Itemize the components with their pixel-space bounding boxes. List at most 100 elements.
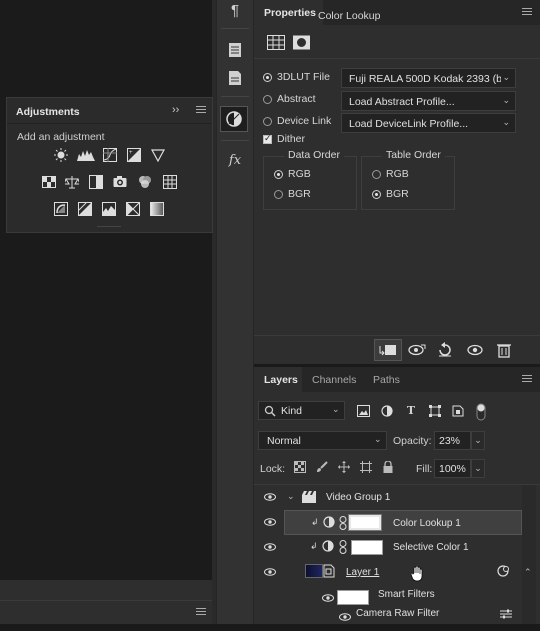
radio-table-order-bgr[interactable] (372, 190, 381, 199)
radio-data-order-bgr[interactable] (274, 190, 283, 199)
table-order-title: Table Order (382, 149, 445, 161)
table-order-group: Table Order RGB BGR (361, 149, 455, 210)
panel-menu-icon[interactable] (522, 375, 532, 384)
adjustments-title[interactable]: Adjustments (16, 106, 80, 118)
hue-saturation-icon[interactable] (42, 175, 56, 189)
levels-icon[interactable] (77, 148, 95, 162)
filter-kind-dropdown[interactable]: Kind ⌄ (258, 401, 345, 420)
layer-row-layer-1[interactable]: Layer 1 (254, 560, 522, 585)
filter-pixel-icon[interactable] (356, 405, 370, 417)
radio-table-order-rgb[interactable] (372, 170, 381, 179)
visibility-eye-icon[interactable] (322, 593, 334, 605)
tab-paths[interactable]: Paths (373, 374, 400, 386)
smart-object-badge-icon (323, 564, 335, 581)
layer-row-video-group[interactable]: ⌄ Video Group 1 (254, 485, 522, 510)
radio-3dlut-file[interactable] (263, 73, 272, 82)
adjustment-layer-icon (322, 540, 334, 555)
layer-row-selective-color[interactable]: ↲ Selective Color 1 (254, 535, 522, 560)
vibrance-icon[interactable] (150, 148, 166, 163)
photo-filter-icon[interactable] (113, 175, 127, 189)
chevron-down-icon[interactable]: ⌄ (287, 491, 295, 502)
lock-transparent-pixels-icon[interactable] (294, 461, 306, 473)
divider (221, 96, 249, 97)
fill-slider-toggle[interactable]: ⌄ (471, 459, 485, 478)
view-previous-state-icon[interactable] (408, 342, 426, 358)
filter-toggle-switch[interactable] (476, 403, 486, 421)
layer-row-camera-raw-filter[interactable]: Camera Raw Filter (254, 606, 522, 631)
mask-link-icon[interactable] (339, 540, 347, 557)
lock-all-icon[interactable] (382, 460, 394, 473)
visibility-eye-icon[interactable] (466, 342, 484, 358)
dither-checkbox[interactable] (263, 133, 272, 144)
left-bottom-menu-icon[interactable] (196, 608, 206, 617)
radio-abstract[interactable] (263, 95, 272, 104)
panel-menu-icon[interactable] (196, 106, 206, 115)
paragraph-icon[interactable]: ¶ (226, 2, 244, 20)
radio-data-order-rgb[interactable] (274, 170, 283, 179)
blend-mode-value: Normal (267, 435, 301, 447)
lock-image-pixels-icon[interactable] (316, 461, 328, 473)
paragraph-styles-icon[interactable] (226, 42, 244, 60)
trash-icon[interactable] (495, 342, 513, 358)
layer-mask-thumbnail[interactable] (349, 515, 381, 530)
selective-color-icon[interactable] (150, 202, 164, 216)
reset-icon[interactable] (436, 342, 454, 358)
layer-mask-thumbnail[interactable] (351, 540, 383, 555)
exposure-icon[interactable]: + (127, 148, 141, 162)
blend-mode-dropdown[interactable]: Normal ⌄ (258, 431, 387, 450)
layer-thumbnail[interactable] (305, 564, 323, 578)
panel-menu-icon[interactable] (522, 8, 532, 17)
3dlut-file-dropdown[interactable]: Fuji REALA 500D Kodak 2393 (b... ⌄ (341, 68, 516, 88)
svg-text:+: + (129, 150, 133, 156)
canvas-area (0, 0, 212, 624)
radio-device-link[interactable] (263, 117, 272, 126)
clip-to-layer-button[interactable] (374, 339, 402, 361)
color-balance-icon[interactable] (63, 175, 81, 189)
filter-shape-icon[interactable] (428, 405, 442, 417)
filter-adjustment-icon[interactable] (380, 405, 394, 417)
curves-icon[interactable] (103, 148, 117, 162)
smart-filter-mask-thumbnail[interactable] (337, 590, 369, 605)
layers-panel: Layers Channels Paths Kind ⌄ T Normal ⌄ … (254, 367, 540, 624)
color-lookup-icon[interactable] (163, 175, 177, 189)
chevron-down-icon: ⌄ (502, 95, 510, 105)
layers-scrollbar[interactable] (522, 485, 536, 624)
posterize-icon[interactable] (78, 202, 92, 216)
adjustments-dock-button[interactable] (220, 106, 248, 132)
layer-row-color-lookup[interactable]: ↲ Color Lookup 1 (284, 510, 522, 535)
dropdown-value: Load DeviceLink Profile... (349, 118, 469, 130)
threshold-icon[interactable] (102, 202, 116, 216)
channel-mixer-icon[interactable] (138, 175, 152, 189)
visibility-eye-icon[interactable] (264, 543, 276, 554)
resize-grip[interactable] (97, 226, 121, 230)
filter-smart-object-icon[interactable] (451, 405, 465, 417)
tab-channels[interactable]: Channels (312, 374, 356, 386)
brightness-contrast-icon[interactable] (54, 148, 68, 162)
visibility-eye-icon[interactable] (264, 493, 276, 504)
expand-panel-icon[interactable]: ›› (172, 104, 179, 116)
tab-layers-label: Layers (264, 374, 298, 386)
gradient-map-icon[interactable] (126, 202, 140, 216)
devicelink-profile-dropdown[interactable]: Load DeviceLink Profile... ⌄ (341, 113, 516, 133)
opacity-slider-toggle[interactable]: ⌄ (471, 431, 485, 450)
mask-link-icon[interactable] (339, 516, 347, 533)
filter-type-icon[interactable]: T (404, 405, 418, 417)
visibility-eye-icon[interactable] (264, 568, 276, 579)
filter-blending-options-icon[interactable] (500, 609, 512, 622)
character-styles-icon[interactable] (226, 70, 244, 88)
chevron-up-icon[interactable]: ⌃ (524, 567, 532, 578)
visibility-eye-icon[interactable] (264, 518, 276, 529)
invert-icon[interactable] (54, 202, 68, 216)
black-white-icon[interactable] (89, 175, 103, 189)
opacity-input[interactable]: 23% (434, 431, 471, 450)
layer-name: Layer 1 (346, 567, 380, 578)
styles-fx-icon[interactable]: fx (226, 152, 244, 170)
visibility-eye-icon[interactable] (339, 612, 351, 624)
fill-input[interactable]: 100% (434, 459, 471, 478)
lock-position-icon[interactable] (338, 461, 350, 473)
filter-effects-icon[interactable] (497, 565, 511, 580)
layer-mask-icon[interactable] (292, 34, 312, 52)
lock-artboard-icon[interactable] (360, 461, 372, 473)
abstract-profile-dropdown[interactable]: Load Abstract Profile... ⌄ (341, 91, 516, 111)
layer-name: Video Group 1 (326, 492, 391, 503)
